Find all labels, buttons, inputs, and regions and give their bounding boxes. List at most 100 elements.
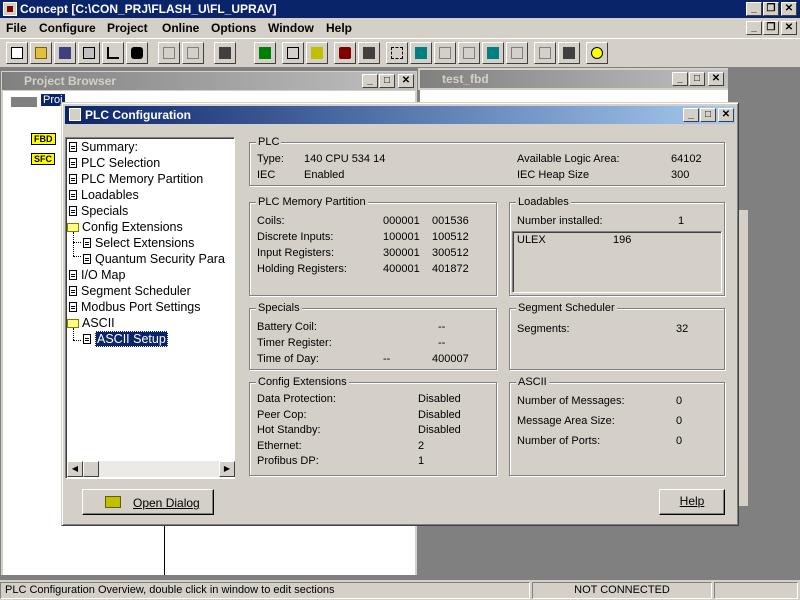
menu-options[interactable]: Options (211, 21, 256, 35)
tree-item-modbus-port-settings[interactable]: Modbus Port Settings (69, 300, 201, 314)
loadables-list[interactable]: ULEX 196 (512, 231, 722, 293)
fbd-close-button[interactable]: ✕ (708, 72, 724, 86)
ethernet-label: Ethernet: (257, 440, 302, 452)
sfc-node[interactable]: SFC (31, 153, 55, 165)
document-icon (83, 238, 91, 248)
holding-registers-start: 400001 (383, 263, 420, 275)
plc-iec-label: IEC (257, 169, 276, 181)
menu-file[interactable]: File (6, 21, 27, 35)
open-folder-icon[interactable] (30, 42, 52, 64)
battery-coil-label: Battery Coil: (257, 321, 317, 333)
plc-icon[interactable] (358, 42, 380, 64)
profibus-value: 1 (418, 455, 425, 467)
heap-size-value: 300 (671, 169, 690, 181)
menu-online[interactable]: Online (162, 21, 199, 35)
menu-project[interactable]: Project (107, 21, 148, 35)
car-icon[interactable] (334, 42, 356, 64)
tree-item-quantum-security[interactable]: Quantum Security Para (83, 252, 225, 266)
input-registers-start: 300001 (383, 247, 420, 259)
modbus-icon[interactable] (558, 42, 580, 64)
close-button[interactable]: ✕ (781, 2, 797, 16)
tree-icon[interactable] (102, 42, 124, 64)
tree-item-ascii[interactable]: ASCII (67, 316, 115, 330)
properties-icon[interactable] (78, 42, 100, 64)
menu-help[interactable]: Help (326, 21, 352, 35)
fbd-minimize-button[interactable]: _ (672, 72, 688, 86)
scroll-thumb[interactable] (83, 461, 99, 477)
doc-minimize-button[interactable]: _ (746, 21, 762, 35)
app-title-bar: Concept [C:\CON_PRJ\FLASH_U\FL_UPRAV] _ … (0, 0, 800, 18)
fbd-maximize-button[interactable]: □ (689, 72, 705, 86)
loadable-value[interactable]: 196 (613, 234, 631, 246)
network-icon[interactable] (482, 42, 504, 64)
battery-coil-value: -- (438, 321, 446, 333)
disabled-tool-4-icon[interactable] (506, 42, 528, 64)
rack-icon[interactable] (410, 42, 432, 64)
transfer-icon[interactable] (214, 42, 236, 64)
segment-group-title: Segment Scheduler (516, 302, 617, 314)
restore-button[interactable]: ❐ (763, 2, 779, 16)
fbd-node[interactable]: FBD (31, 133, 56, 145)
tree-item-plc-selection[interactable]: PLC Selection (69, 156, 160, 170)
dialog-minimize-button[interactable]: _ (683, 108, 699, 122)
tree-label: I/O Map (81, 268, 126, 282)
fbd-scrollbar[interactable] (738, 210, 748, 506)
doc-close-button[interactable]: ✕ (781, 21, 797, 35)
tree-connector (73, 340, 81, 341)
dialog-icon (69, 108, 81, 121)
tree-item-summary[interactable]: Summary: (69, 140, 138, 154)
tree-item-segment-scheduler[interactable]: Segment Scheduler (69, 284, 191, 298)
help-button[interactable]: Help (659, 489, 725, 515)
plc-configuration-dialog: PLC Configuration _ □ ✕ Summary: PLC Sel… (61, 102, 739, 526)
ascii-icon[interactable] (534, 42, 556, 64)
input-registers-label: Input Registers: (257, 247, 335, 259)
tree-label: PLC Selection (81, 156, 161, 170)
save-icon[interactable] (54, 42, 76, 64)
dialog-icon (105, 496, 121, 508)
minimize-button[interactable]: _ (746, 2, 762, 16)
hot-standby-value: Disabled (418, 424, 461, 436)
pb-close-button[interactable]: ✕ (398, 74, 414, 88)
disabled-tool-1-icon[interactable] (158, 42, 180, 64)
clock-icon[interactable] (586, 42, 608, 64)
tree-connector (73, 232, 74, 256)
disabled-tool-3-icon[interactable] (458, 42, 480, 64)
pb-minimize-button[interactable]: _ (362, 74, 378, 88)
status-extra (714, 582, 798, 599)
divider (164, 521, 165, 575)
scroll-right-button[interactable]: ▶ (219, 461, 235, 477)
connect-icon[interactable] (254, 42, 276, 64)
scroll-left-button[interactable]: ◀ (67, 461, 83, 477)
ascii-group-title: ASCII (516, 376, 549, 388)
pb-maximize-button[interactable]: □ (379, 74, 395, 88)
tree-item-loadables[interactable]: Loadables (69, 188, 139, 202)
tree-item-plc-memory-partition[interactable]: PLC Memory Partition (69, 172, 203, 186)
config-ext-group-title: Config Extensions (256, 376, 349, 388)
menu-window[interactable]: Window (268, 21, 314, 35)
io-icon[interactable] (282, 42, 304, 64)
holding-registers-end: 401872 (432, 263, 469, 275)
arrows-icon[interactable] (386, 42, 408, 64)
tree-item-config-extensions[interactable]: Config Extensions (67, 220, 183, 234)
tree-item-io-map[interactable]: I/O Map (69, 268, 125, 282)
dialog-close-button[interactable]: ✕ (718, 108, 734, 122)
display-icon[interactable] (306, 42, 328, 64)
find-icon[interactable] (126, 42, 148, 64)
doc-restore-button[interactable]: ❐ (763, 21, 779, 35)
tree-label: Loadables (81, 188, 139, 202)
dialog-title: PLC Configuration (85, 108, 191, 122)
tree-horizontal-scrollbar[interactable]: ◀ ▶ (67, 461, 235, 477)
config-tree[interactable]: Summary: PLC Selection PLC Memory Partit… (65, 137, 235, 479)
number-of-ports-value: 0 (676, 435, 683, 447)
new-file-icon[interactable] (6, 42, 28, 64)
tree-item-ascii-setup[interactable]: ASCII Setup (83, 331, 168, 347)
menu-configure[interactable]: Configure (39, 21, 96, 35)
open-dialog-button[interactable]: Open Dialog (82, 489, 214, 515)
number-of-ports-label: Number of Ports: (517, 435, 601, 447)
lock-icon[interactable] (434, 42, 456, 64)
tree-item-specials[interactable]: Specials (69, 204, 128, 218)
disabled-tool-2-icon[interactable] (182, 42, 204, 64)
loadable-name[interactable]: ULEX (517, 234, 546, 246)
dialog-maximize-button[interactable]: □ (700, 108, 716, 122)
tree-item-select-extensions[interactable]: Select Extensions (83, 236, 194, 250)
